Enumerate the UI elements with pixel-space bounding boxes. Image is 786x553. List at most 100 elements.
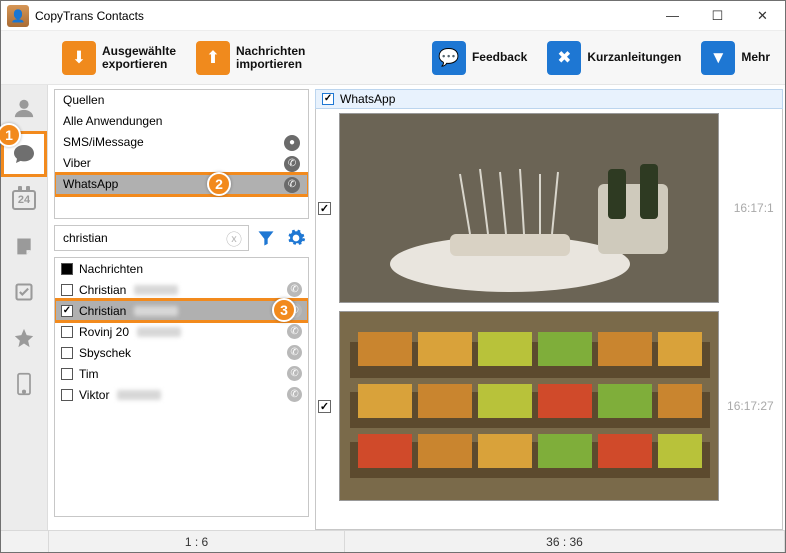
gear-icon [286,228,306,248]
whatsapp-icon: ✆ [287,282,302,297]
guides-label: Kurzanleitungen [587,51,681,64]
chat-checkbox[interactable] [61,368,73,380]
source-viber[interactable]: Viber ✆ [55,153,308,174]
chat-label: Christian [79,304,126,318]
import-label: Nachrichten importieren [236,45,305,71]
export-icon: ⬇ [62,41,96,75]
more-button[interactable]: ▼ Mehr [694,36,777,80]
close-button[interactable]: ✕ [740,1,785,31]
main-area: 1 24 Quellen Alle Anwendungen SMS/iMessa… [1,85,785,530]
select-all-checkbox[interactable] [61,263,73,275]
chat-checkbox[interactable] [61,284,73,296]
right-column: WhatsApp 16:17:1 [313,85,786,530]
nav-favorites[interactable] [1,315,47,361]
nav-sidebar: 1 24 [1,85,48,530]
step-badge-2: 2 [207,172,231,196]
maximize-button[interactable]: ☐ [695,1,740,31]
export-button[interactable]: ⬇ Ausgewählte exportieren [55,36,183,80]
settings-button[interactable] [283,225,309,251]
source-label: Viber [63,153,91,174]
conversation-title: WhatsApp [340,92,395,106]
source-quellen[interactable]: Quellen [55,90,308,111]
redacted [134,285,178,295]
import-button[interactable]: ⬆ Nachrichten importieren [189,36,312,80]
star-icon [13,327,35,349]
conversation-checkbox[interactable] [322,93,334,105]
chat-label: Christian [79,283,126,297]
phone-icon [15,372,33,396]
chats-header-label: Nachrichten [79,262,143,276]
whatsapp-icon: ✆ [287,324,302,339]
feedback-label: Feedback [472,51,527,64]
chat-checkbox[interactable] [61,305,73,317]
message-time: 16:17:1 [734,201,774,215]
chat-item[interactable]: Viktor ✆ [55,384,308,405]
source-all-apps[interactable]: Alle Anwendungen [55,111,308,132]
nav-notes[interactable] [1,223,47,269]
message-image[interactable] [339,311,719,501]
nav-messages[interactable]: 1 [1,131,47,177]
redacted [134,306,178,316]
source-label: SMS/iMessage [63,132,144,153]
search-row: ⓧ [54,225,309,251]
chat-checkbox[interactable] [61,389,73,401]
calendar-icon: 24 [12,190,36,210]
chats-header[interactable]: Nachrichten [55,258,308,279]
source-label: Alle Anwendungen [63,111,162,132]
notes-icon [14,236,34,256]
whatsapp-icon: ✆ [287,387,302,402]
step-badge-3: 3 [272,298,296,322]
messages-pane[interactable]: 16:17:1 [315,109,783,530]
filter-button[interactable] [253,225,279,251]
status-left: 1 : 6 [49,531,345,552]
whatsapp-icon: ✆ [287,345,302,360]
chat-item[interactable]: Sbyschek ✆ [55,342,308,363]
clear-search-icon[interactable]: ⓧ [226,226,242,250]
guides-icon: ✖ [547,41,581,75]
chat-label: Rovinj 20 [79,325,129,339]
source-whatsapp[interactable]: 2 WhatsApp✆ [55,174,308,195]
chat-item[interactable]: Christian ✆ [55,279,308,300]
nav-calendar[interactable]: 24 [1,177,47,223]
message-checkbox[interactable] [318,202,331,215]
tasks-icon [14,282,34,302]
status-bar: 1 : 6 36 : 36 [1,530,785,552]
guides-button[interactable]: ✖ Kurzanleitungen [540,36,688,80]
chat-checkbox[interactable] [61,326,73,338]
app-icon: 👤 [7,5,29,27]
message-row: 16:17:27 [318,311,774,501]
whatsapp-icon: ✆ [287,366,302,381]
conversation-header: WhatsApp [315,89,783,109]
main-toolbar: ⬇ Ausgewählte exportieren ⬆ Nachrichten … [1,31,785,85]
more-label: Mehr [741,51,770,64]
feedback-button[interactable]: 💬 Feedback [425,36,534,80]
messages-icon [12,142,36,166]
chat-item[interactable]: Tim ✆ [55,363,308,384]
sources-panel: Quellen Alle Anwendungen SMS/iMessage ● V… [54,89,309,219]
search-input[interactable] [61,230,220,246]
message-image[interactable] [339,113,719,303]
window-title: CopyTrans Contacts [35,9,144,23]
minimize-button[interactable]: — [650,1,695,31]
source-sms[interactable]: SMS/iMessage ● [55,132,308,153]
nav-device[interactable] [1,361,47,407]
chat-item-selected[interactable]: 3 Christian ✆ [55,300,308,321]
chat-label: Viktor [79,388,109,402]
chat-checkbox[interactable] [61,347,73,359]
redacted [117,390,161,400]
source-label: Quellen [63,90,104,111]
message-checkbox[interactable] [318,400,331,413]
window-titlebar: 👤 CopyTrans Contacts — ☐ ✕ [1,1,785,31]
chat-item[interactable]: Rovinj 20 ✆ [55,321,308,342]
status-right: 36 : 36 [345,531,785,552]
chats-panel: Nachrichten Christian ✆ 3 Christian ✆ Ro… [54,257,309,517]
contacts-icon [13,97,35,119]
chat-label: Tim [79,367,99,381]
nav-tasks[interactable] [1,269,47,315]
redacted [137,327,181,337]
whatsapp-icon: ✆ [284,177,300,193]
message-row: 16:17:1 [318,113,774,303]
viber-icon: ✆ [284,156,300,172]
chat-bubble-icon: ● [284,135,300,151]
feedback-icon: 💬 [432,41,466,75]
